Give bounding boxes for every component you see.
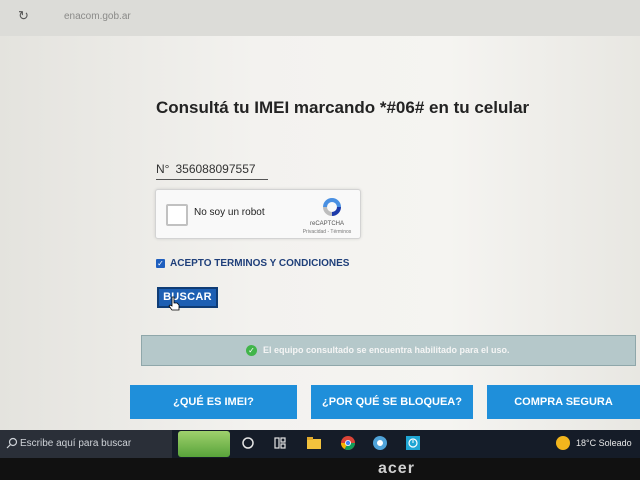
widgets-icon[interactable]	[272, 435, 288, 451]
reload-icon[interactable]: ↻	[18, 8, 29, 24]
hand-cursor-icon	[168, 296, 180, 311]
terms-checkbox[interactable]: ✓	[156, 259, 165, 268]
search-button[interactable]: BUSCAR	[157, 287, 218, 308]
task-view-icon[interactable]	[240, 435, 256, 451]
clock-app-icon[interactable]	[405, 435, 421, 451]
screen: ↻ enacom.gob.ar Consultá tu IMEI marcand…	[0, 0, 640, 458]
browser-toolbar: ↻ enacom.gob.ar	[0, 0, 640, 37]
weather-readout[interactable]: 18°C Soleado	[576, 438, 632, 448]
recaptcha-label: No soy un robot	[194, 207, 265, 218]
check-circle-icon: ✓	[246, 345, 257, 356]
taskbar-search-placeholder: Escribe aquí para buscar	[20, 438, 132, 449]
page-content: Consultá tu IMEI marcando *#06# en tu ce…	[0, 36, 640, 430]
taskbar: Escribe aquí para buscar 18°C Soleado	[0, 430, 640, 458]
recaptcha-links[interactable]: Privacidad - Términos	[296, 229, 358, 235]
chrome-icon[interactable]	[340, 435, 356, 451]
app-icon[interactable]	[372, 435, 388, 451]
what-is-imei-button[interactable]: ¿QUÉ ES IMEI?	[130, 385, 297, 419]
taskbar-search-box[interactable]: Escribe aquí para buscar	[0, 430, 172, 458]
search-icon	[6, 437, 18, 449]
recaptcha-brand: reCAPTCHA	[309, 221, 344, 227]
imei-value: 356088097557	[175, 162, 256, 176]
weather-temperature: 18°C	[576, 438, 597, 448]
why-blocked-button[interactable]: ¿POR QUÉ SE BLOQUEA?	[311, 385, 473, 419]
recaptcha-checkbox[interactable]	[166, 204, 188, 226]
weather-condition: Soleado	[598, 438, 632, 448]
status-message: El equipo consultado se encuentra habili…	[263, 345, 510, 355]
monitor-bezel: acer	[0, 458, 640, 480]
safe-purchase-button[interactable]: COMPRA SEGURA	[487, 385, 640, 419]
terms-label: ACEPTO TERMINOS Y CONDICIONES	[170, 258, 350, 269]
recaptcha-logo-icon	[323, 198, 341, 216]
page-title: Consultá tu IMEI marcando *#06# en tu ce…	[156, 98, 530, 117]
search-highlight-image	[178, 431, 230, 457]
monitor-brand-logo: acer	[378, 460, 415, 477]
imei-field[interactable]: N° 356088097557	[156, 162, 268, 180]
address-bar[interactable]: enacom.gob.ar	[64, 11, 131, 22]
imei-prefix: N°	[156, 162, 170, 176]
file-explorer-icon[interactable]	[306, 435, 322, 451]
weather-sun-icon[interactable]	[556, 436, 570, 450]
recaptcha-widget: No soy un robot reCAPTCHA Privacidad - T…	[155, 189, 361, 239]
status-banner: ✓ El equipo consultado se encuentra habi…	[141, 335, 636, 366]
